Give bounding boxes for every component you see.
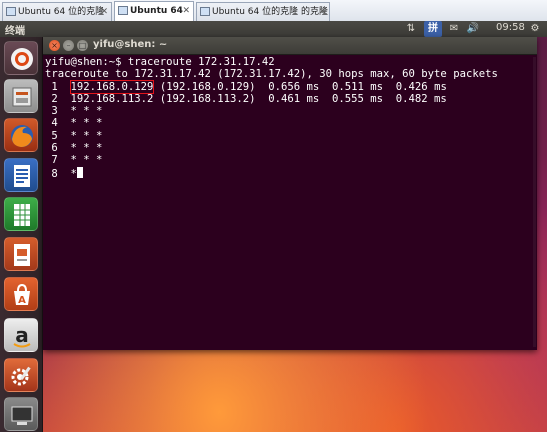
- hop-line-8-text: 8 *: [45, 167, 77, 180]
- workspace-switcher-icon[interactable]: [4, 397, 38, 431]
- vm-icon: [118, 6, 128, 15]
- hop-line-8: 8 *: [45, 166, 533, 180]
- svg-text:A: A: [18, 295, 26, 306]
- settings-gear-icon[interactable]: ⚙: [528, 21, 542, 37]
- tab-label: Ubuntu 64 位的克隆 的克隆: [212, 7, 328, 17]
- clock[interactable]: 09:58: [496, 22, 525, 33]
- input-method-indicator[interactable]: 拼: [424, 21, 442, 37]
- libreoffice-calc-icon[interactable]: [4, 197, 38, 231]
- close-icon[interactable]: ✕: [318, 3, 326, 21]
- terminal-title: yifu@shen: ~: [93, 39, 168, 50]
- mail-icon[interactable]: ✉: [447, 21, 461, 37]
- terminal-titlebar[interactable]: × – □ yifu@shen: ~: [43, 37, 537, 55]
- tab-label: Ubuntu 64 位的克隆: [18, 7, 105, 17]
- hop-line-4: 4 * * *: [45, 117, 103, 130]
- dash-home-icon[interactable]: [4, 41, 38, 75]
- vm-tab-strip: Ubuntu 64 位的克隆 ✕ Ubuntu 64 ✕ Ubuntu 64 位…: [0, 0, 547, 22]
- hop-details: (192.168.0.129) 0.656 ms 0.511 ms 0.426 …: [153, 80, 447, 93]
- highlighted-hop-host: 192.168.0.129: [69, 79, 155, 94]
- amazon-icon[interactable]: a: [4, 318, 38, 352]
- hop-line-1: 1 192.168.0.129 (192.168.0.129) 0.656 ms…: [45, 79, 533, 94]
- hop-number: 1: [45, 80, 71, 93]
- terminal-window[interactable]: × – □ yifu@shen: ~ yifu@shen:~$ tracerou…: [43, 37, 537, 350]
- app-title: 终端: [5, 26, 25, 37]
- network-transfer-icon[interactable]: ⇅: [404, 21, 418, 37]
- vm-icon: [6, 7, 16, 16]
- libreoffice-impress-icon[interactable]: [4, 237, 38, 271]
- tab-ubuntu-clone[interactable]: Ubuntu 64 位的克隆 ✕: [2, 2, 112, 21]
- close-icon[interactable]: ✕: [182, 2, 190, 20]
- volume-icon[interactable]: 🔊: [466, 21, 480, 37]
- system-settings-icon[interactable]: [4, 358, 38, 392]
- tab-label: Ubuntu 64: [130, 6, 183, 16]
- tab-ubuntu-clone-clone[interactable]: Ubuntu 64 位的克隆 的克隆 ✕: [196, 2, 330, 21]
- tab-ubuntu-64[interactable]: Ubuntu 64 ✕: [114, 1, 194, 22]
- svg-text:a: a: [15, 323, 29, 347]
- libreoffice-writer-icon[interactable]: [4, 158, 38, 192]
- hop-line-7: 7 * * *: [45, 154, 103, 167]
- top-panel: 终端 ⇅ 拼 ✉ 🔊 09:58 ⚙: [0, 21, 547, 37]
- hop-line-2: 2 192.168.113.2 (192.168.113.2) 0.461 ms…: [45, 92, 447, 105]
- close-window-button[interactable]: ×: [49, 40, 60, 51]
- files-icon[interactable]: [4, 79, 38, 113]
- hop-line-5: 5 * * *: [45, 129, 103, 142]
- traceroute-header: traceroute to 172.31.17.42 (172.31.17.42…: [45, 68, 498, 81]
- firefox-icon[interactable]: [4, 118, 38, 152]
- hop-line-3: 3 * * *: [45, 105, 103, 118]
- launcher: A a: [0, 37, 43, 432]
- maximize-window-button[interactable]: □: [77, 40, 88, 51]
- prompt-line: yifu@shen:~$ traceroute 172.31.17.42: [45, 56, 275, 68]
- terminal-output[interactable]: yifu@shen:~$ traceroute 172.31.17.42 tra…: [45, 56, 533, 348]
- terminal-scrollbar[interactable]: [533, 57, 536, 347]
- minimize-window-button[interactable]: –: [63, 40, 74, 51]
- software-center-icon[interactable]: A: [4, 277, 38, 311]
- vm-icon: [200, 7, 210, 16]
- hop-line-6: 6 * * *: [45, 142, 103, 155]
- text-cursor: [76, 166, 83, 178]
- close-icon[interactable]: ✕: [100, 3, 108, 21]
